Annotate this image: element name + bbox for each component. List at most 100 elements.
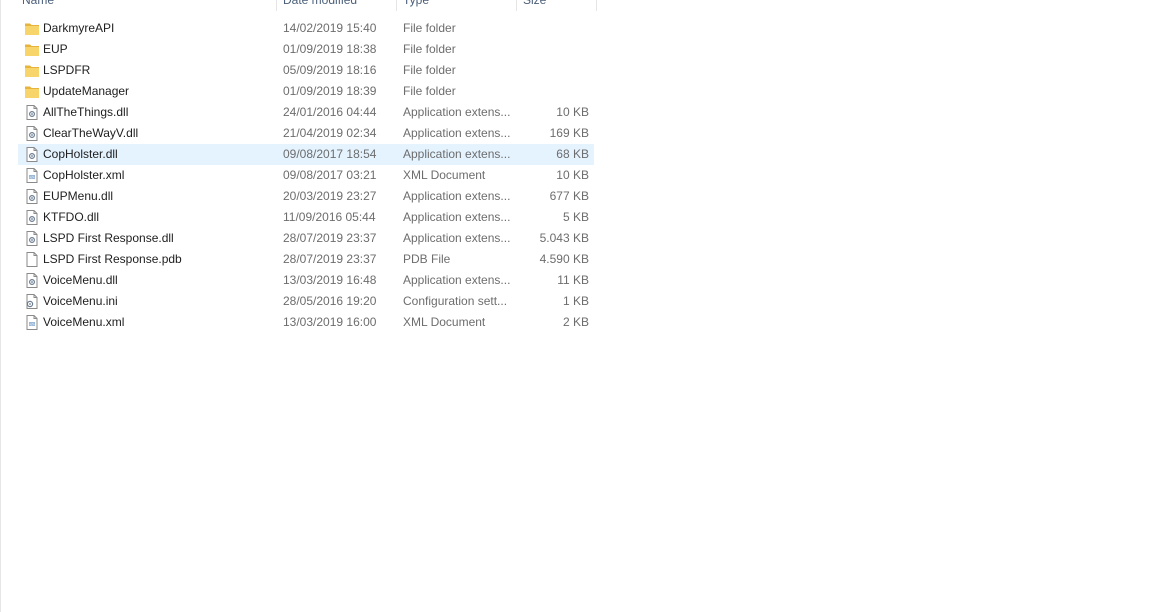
file-name: LSPDFR bbox=[43, 63, 91, 77]
pane-border bbox=[0, 0, 1, 612]
folder-row[interactable]: EUP 01/09/2019 18:38 File folder bbox=[18, 39, 594, 60]
file-name: DarkmyreAPI bbox=[43, 21, 115, 35]
file-size: 5.043 KB bbox=[539, 231, 589, 245]
dll-file-icon bbox=[24, 207, 40, 228]
file-size: 5 KB bbox=[562, 210, 589, 224]
dll-file-icon bbox=[24, 123, 40, 144]
file-name: LSPD First Response.dll bbox=[43, 231, 174, 245]
folder-icon-graphic bbox=[25, 86, 39, 98]
file-row[interactable]: AllTheThings.dll 24/01/2016 04:44 Applicat… bbox=[18, 102, 594, 123]
file-name: CopHolster.dll bbox=[43, 147, 118, 161]
file-name: VoiceMenu.xml bbox=[43, 315, 125, 329]
file-date-modified: 13/03/2019 16:00 bbox=[283, 315, 377, 329]
file-name: VoiceMenu.ini bbox=[43, 294, 118, 308]
file-row[interactable]: VoiceMenu.dll 13/03/2019 16:48 Application… bbox=[18, 270, 594, 291]
dll-file-icon bbox=[24, 186, 40, 207]
file-date-modified: 01/09/2019 18:39 bbox=[283, 84, 377, 98]
file-type: File folder bbox=[403, 21, 456, 35]
file-size: 68 KB bbox=[556, 147, 589, 161]
dll-file-icon bbox=[24, 228, 40, 249]
svg-text:</>: </> bbox=[29, 175, 34, 179]
file-date-modified: 21/04/2019 02:34 bbox=[283, 126, 377, 140]
file-size bbox=[518, 81, 589, 102]
file-row[interactable]: </> CopHolster.xml 09/08/2017 03:21 XML Doc… bbox=[18, 165, 594, 186]
folder-icon-graphic bbox=[25, 65, 39, 77]
file-name: KTFDO.dll bbox=[43, 210, 100, 224]
file-row[interactable]: CopHolster.dll 09/08/2017 18:54 Applicatio… bbox=[18, 144, 594, 165]
dll-file-icon-graphic bbox=[26, 147, 38, 162]
folder-row[interactable]: LSPDFR 05/09/2019 18:16 File folder bbox=[18, 60, 594, 81]
dll-file-icon-graphic bbox=[26, 126, 38, 141]
file-date-modified: 14/02/2019 15:40 bbox=[283, 21, 377, 35]
xml-file-icon-graphic: </> bbox=[26, 315, 38, 330]
file-row[interactable]: LSPD First Response.dll 28/07/2019 23:37 A… bbox=[18, 228, 594, 249]
blank-file-icon-graphic bbox=[26, 252, 38, 267]
file-name: ClearTheWayV.dll bbox=[43, 126, 139, 140]
file-type: Application extens... bbox=[403, 273, 511, 287]
file-size: 677 KB bbox=[549, 189, 589, 203]
file-name: AllTheThings.dll bbox=[43, 105, 129, 119]
folder-icon bbox=[24, 81, 40, 102]
file-list: DarkmyreAPI 14/02/2019 15:40 File folder EU… bbox=[18, 18, 594, 333]
dll-file-icon bbox=[24, 102, 40, 123]
dll-file-icon bbox=[24, 270, 40, 291]
file-size: 11 KB bbox=[557, 273, 589, 287]
folder-icon bbox=[24, 18, 40, 39]
file-date-modified: 01/09/2019 18:38 bbox=[283, 42, 377, 56]
file-row[interactable]: EUPMenu.dll 20/03/2019 23:27 Application e… bbox=[18, 186, 594, 207]
folder-icon bbox=[24, 60, 40, 81]
xml-file-icon: </> bbox=[24, 165, 40, 186]
file-type: File folder bbox=[403, 42, 456, 56]
file-name: EUP bbox=[43, 42, 68, 56]
file-name: EUPMenu.dll bbox=[43, 189, 114, 203]
ini-file-icon bbox=[24, 291, 40, 312]
file-row[interactable]: LSPD First Response.pdb 28/07/2019 23:37 P… bbox=[18, 249, 594, 270]
file-row[interactable]: </> VoiceMenu.xml 13/03/2019 16:00 XML Docu… bbox=[18, 312, 594, 333]
file-date-modified: 20/03/2019 23:27 bbox=[283, 189, 377, 203]
file-type: PDB File bbox=[403, 252, 451, 266]
file-size: 10 KB bbox=[556, 168, 589, 182]
folder-row[interactable]: UpdateManager 01/09/2019 18:39 File folder bbox=[18, 81, 594, 102]
file-size: 10 KB bbox=[556, 105, 589, 119]
file-row[interactable]: ClearTheWayV.dll 21/04/2019 02:34 Applicat… bbox=[18, 123, 594, 144]
ini-file-icon-graphic bbox=[26, 294, 38, 309]
column-header-size[interactable]: Size bbox=[517, 0, 597, 11]
file-size: 1 KB bbox=[562, 294, 589, 308]
file-type: Application extens... bbox=[403, 210, 511, 224]
file-type: Application extens... bbox=[403, 147, 511, 161]
dll-file-icon-graphic bbox=[26, 210, 38, 225]
file-type: Application extens... bbox=[403, 189, 511, 203]
file-date-modified: 28/05/2016 19:20 bbox=[283, 294, 377, 308]
file-type: Application extens... bbox=[403, 105, 511, 119]
folder-row[interactable]: DarkmyreAPI 14/02/2019 15:40 File folder bbox=[18, 18, 594, 39]
blank-file-icon bbox=[24, 249, 40, 270]
file-size bbox=[518, 18, 589, 39]
file-date-modified: 05/09/2019 18:16 bbox=[283, 63, 377, 77]
column-header-name[interactable]: Name bbox=[16, 0, 277, 11]
column-header-date-modified[interactable]: Date modified bbox=[277, 0, 397, 11]
folder-icon-graphic bbox=[25, 23, 39, 35]
file-row[interactable]: KTFDO.dll 11/09/2016 05:44 Application ext… bbox=[18, 207, 594, 228]
file-date-modified: 28/07/2019 23:37 bbox=[283, 252, 377, 266]
file-date-modified: 09/08/2017 18:54 bbox=[283, 147, 377, 161]
column-header-type[interactable]: Type bbox=[397, 0, 517, 11]
file-name: VoiceMenu.dll bbox=[43, 273, 118, 287]
file-size: 4.590 KB bbox=[539, 252, 589, 266]
file-name: LSPD First Response.pdb bbox=[43, 252, 182, 266]
dll-file-icon-graphic bbox=[26, 231, 38, 246]
folder-icon-graphic bbox=[25, 44, 39, 56]
file-type: Application extens... bbox=[403, 231, 511, 245]
xml-file-icon: </> bbox=[24, 312, 40, 333]
file-row[interactable]: VoiceMenu.ini 28/05/2016 19:20 Configurati… bbox=[18, 291, 594, 312]
file-type: XML Document bbox=[403, 168, 486, 182]
dll-file-icon-graphic bbox=[26, 273, 38, 288]
file-type: File folder bbox=[403, 84, 456, 98]
xml-file-icon-graphic: </> bbox=[26, 168, 38, 183]
dll-file-icon-graphic bbox=[26, 189, 38, 204]
file-name: CopHolster.xml bbox=[43, 168, 125, 182]
file-list-pane: Name Date modified Type Size DarkmyreAPI… bbox=[0, 0, 1170, 612]
file-type: Configuration sett... bbox=[403, 294, 508, 308]
file-name: UpdateManager bbox=[43, 84, 130, 98]
file-type: Application extens... bbox=[403, 126, 511, 140]
file-date-modified: 24/01/2016 04:44 bbox=[283, 105, 377, 119]
